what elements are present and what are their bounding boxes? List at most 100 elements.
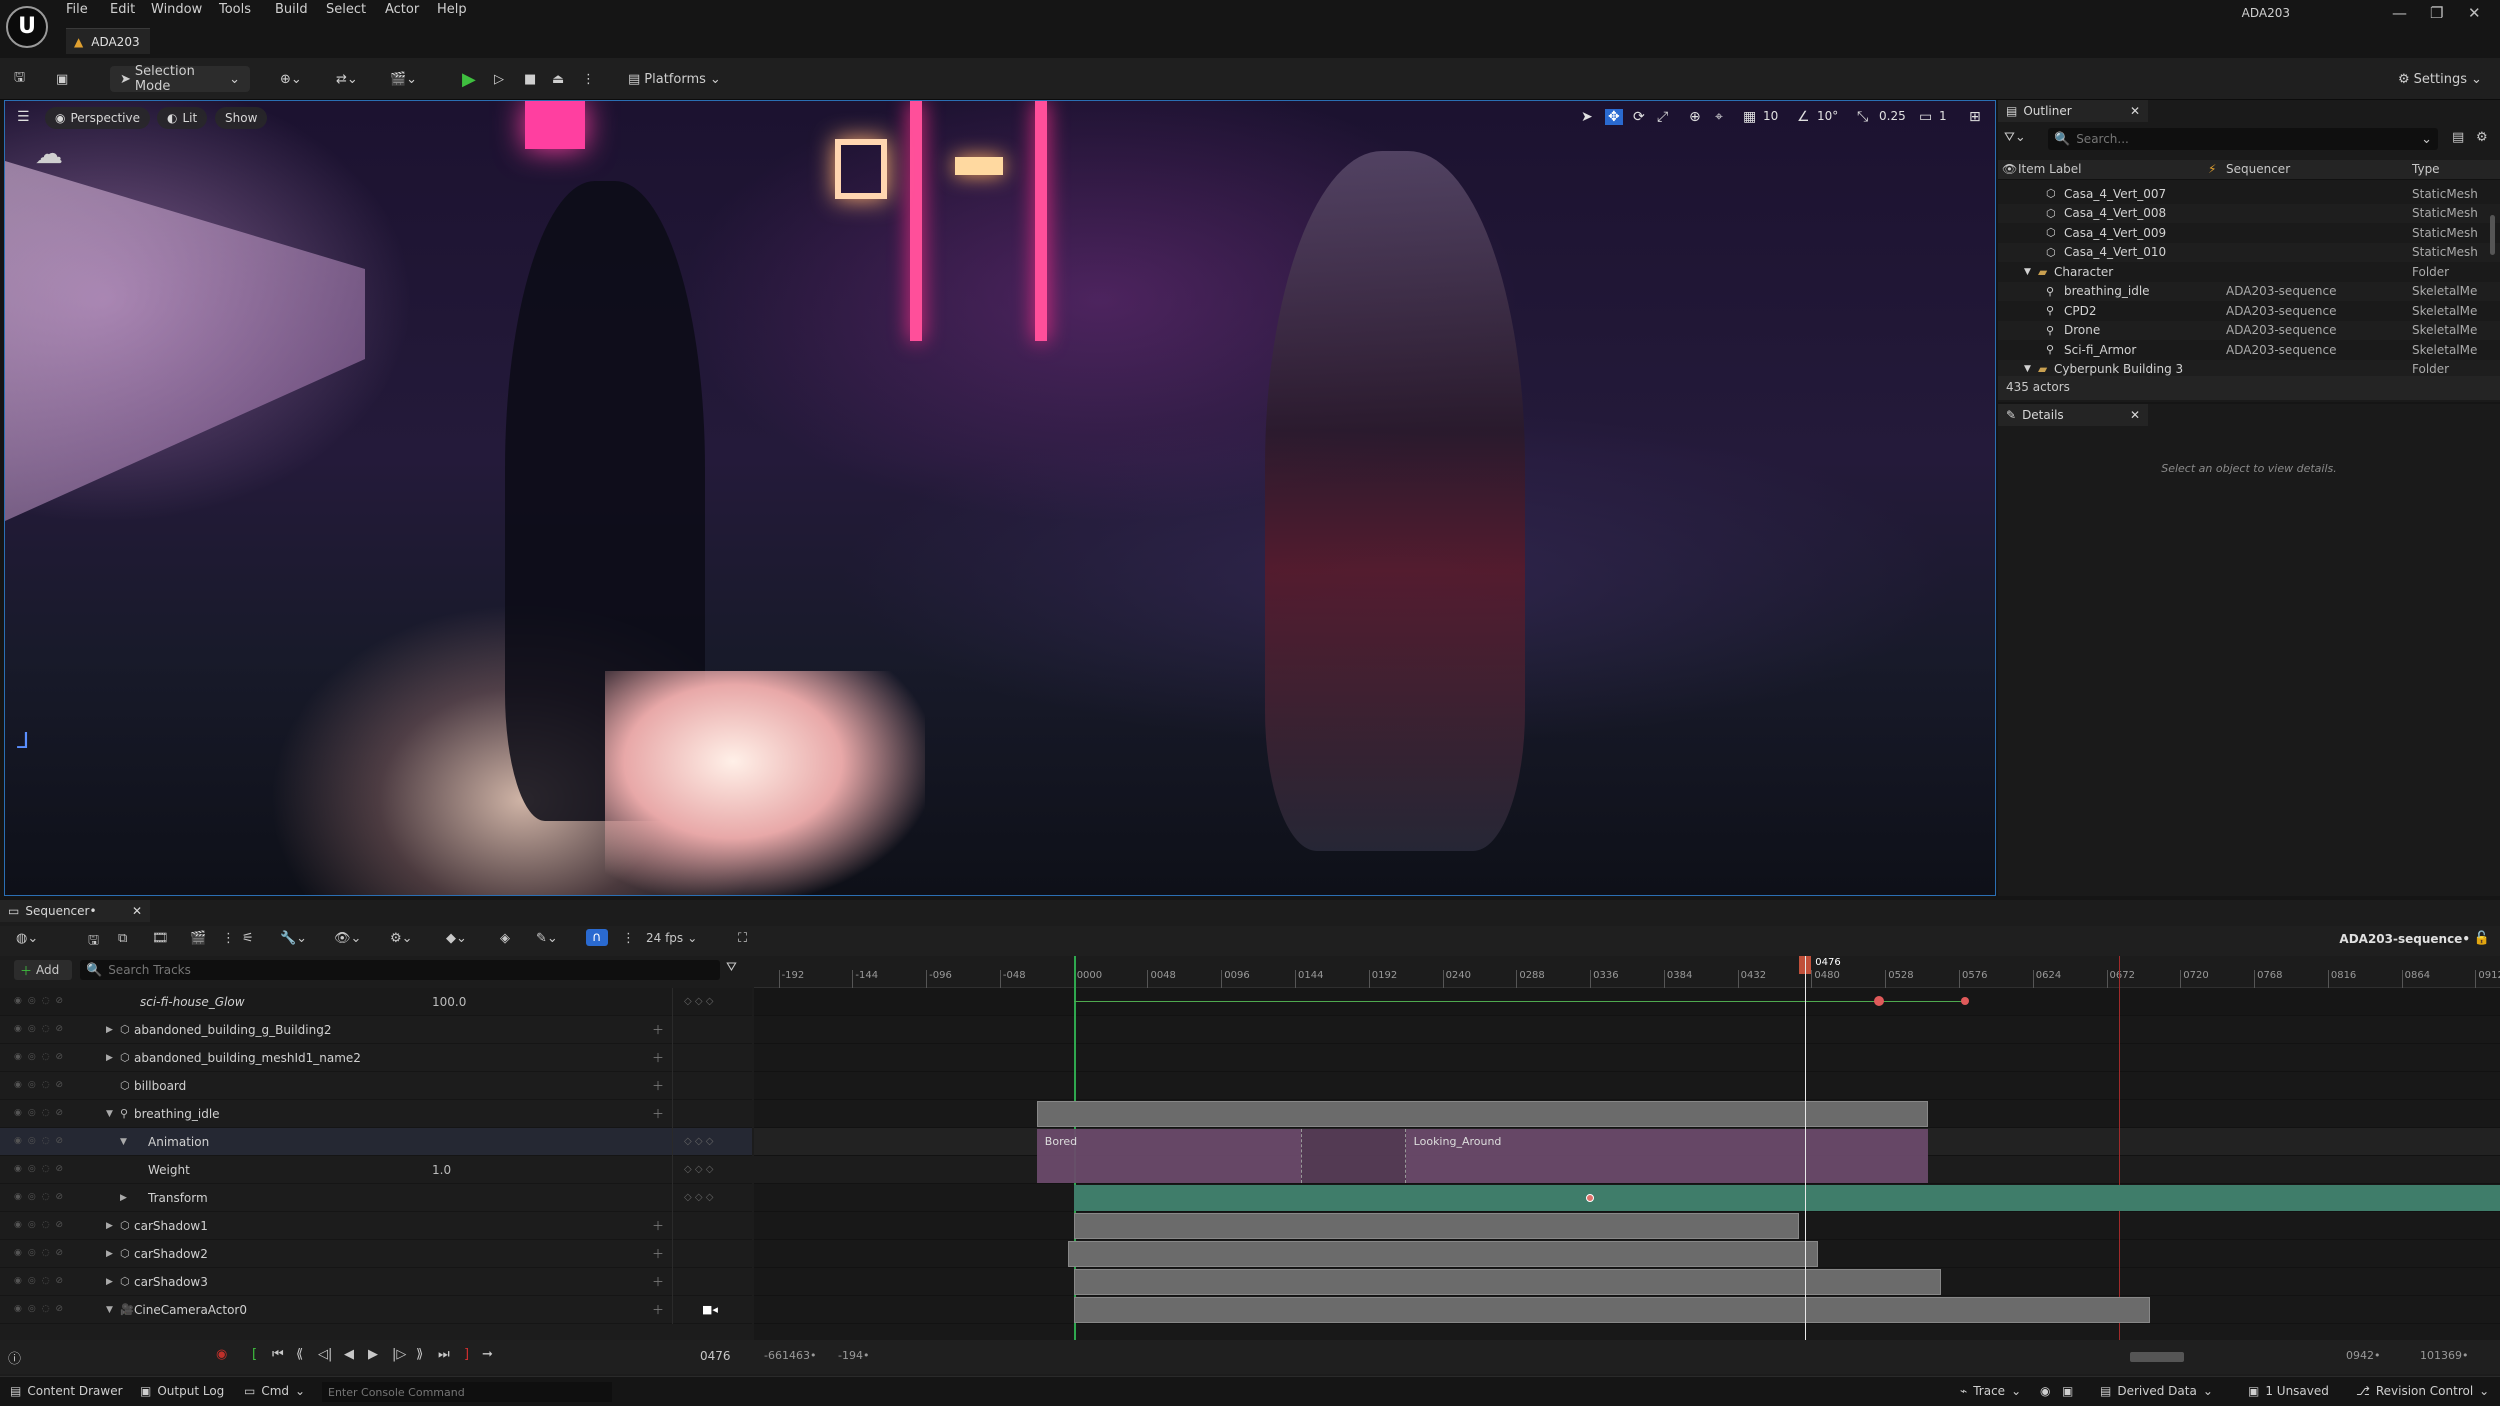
revision-control-button[interactable]: ⎇ Revision Control ⌄ bbox=[2356, 1384, 2489, 1398]
expand-arrow-icon[interactable]: ▶ bbox=[106, 1249, 113, 1259]
perspective-button[interactable]: ◉ Perspective bbox=[45, 107, 150, 129]
track-lock-icons[interactable]: ◉◎◌⊘ bbox=[14, 1304, 69, 1314]
anim-section-looking-around[interactable]: Looking_Around bbox=[1414, 1135, 1502, 1148]
gear-icon[interactable]: ⚙ bbox=[2476, 130, 2488, 145]
add-plus-icon[interactable]: ＋ bbox=[652, 1021, 664, 1038]
track-row[interactable]: ◉◎◌⊘ ▶ ⬡ carShadow1 ＋ bbox=[0, 1212, 752, 1240]
outliner-row[interactable]: ⬡ Casa_4_Vert_007 StaticMesh bbox=[1998, 184, 2500, 203]
close-icon[interactable]: ✕ bbox=[2468, 4, 2481, 22]
search-tracks[interactable]: 🔍 bbox=[80, 960, 720, 980]
grid-snap-value[interactable]: 10 bbox=[1763, 109, 1778, 123]
expand-arrow-icon[interactable]: ▼ bbox=[2024, 364, 2031, 374]
jump-start-icon[interactable]: ⏮ bbox=[272, 1347, 284, 1362]
expand-arrow-icon[interactable]: ▼ bbox=[2024, 267, 2031, 277]
expand-arrow-icon[interactable]: ▼ bbox=[120, 1137, 127, 1147]
track-lock-icons[interactable]: ◉◎◌⊘ bbox=[14, 1108, 69, 1118]
save-icon[interactable]: 🖫 bbox=[88, 931, 99, 953]
trace-button[interactable]: ⌁ Trace ⌄ bbox=[1960, 1384, 2021, 1398]
viewport-menu-icon[interactable]: ☰ bbox=[17, 109, 30, 125]
screenshot-icon[interactable]: ▣ bbox=[2062, 1384, 2073, 1398]
time-ruler[interactable]: -192 -144 -096 -048 0000 0048 0096 0144 0192 0240… bbox=[754, 956, 2500, 988]
column-item-label[interactable]: Item Label bbox=[2018, 162, 2082, 176]
track-row[interactable]: ◉◎◌⊘ ▶ ⬡ abandoned_building_g_Building2 ＋ bbox=[0, 1016, 752, 1044]
add-folder-icon[interactable]: ▤ bbox=[2452, 130, 2464, 145]
record-icon[interactable]: ◉ bbox=[216, 1347, 227, 1362]
outliner-row[interactable]: ⚲ Drone ADA203-sequence SkeletalMe bbox=[1998, 320, 2500, 340]
menu-build[interactable]: Build bbox=[275, 2, 308, 17]
add-plus-icon[interactable]: ＋ bbox=[652, 1077, 664, 1094]
track-row[interactable]: ◉◎◌⊘ Weight 1.0 ◇ ◇ ◇ bbox=[0, 1156, 752, 1184]
track-lock-icons[interactable]: ◉◎◌⊘ bbox=[14, 1276, 69, 1286]
expand-arrow-icon[interactable]: ▶ bbox=[120, 1193, 127, 1203]
edit-icon[interactable]: ✎⌄ bbox=[536, 931, 558, 946]
view-start-field[interactable]: -194• bbox=[838, 1349, 869, 1362]
world-icon[interactable]: ◍⌄ bbox=[16, 931, 38, 946]
scale-snap-value[interactable]: 0.25 bbox=[1879, 109, 1906, 123]
track-row[interactable]: ◉◎◌⊘ ⬡ billboard ＋ bbox=[0, 1072, 752, 1100]
track-row[interactable]: ◉◎◌⊘ ▶ ⬡ abandoned_building_meshId1_name2 ＋ bbox=[0, 1044, 752, 1072]
add-track-button[interactable]: ＋ Add bbox=[14, 960, 72, 980]
snap-magnet-icon[interactable]: ∩ bbox=[586, 929, 608, 946]
lit-button[interactable]: ◐ Lit bbox=[157, 107, 208, 129]
animation-section-bar[interactable] bbox=[1036, 1101, 1929, 1127]
outliner-search-input[interactable] bbox=[2076, 132, 2416, 146]
close-icon[interactable]: ✕ bbox=[2130, 104, 2140, 118]
add-plus-icon[interactable]: ＋ bbox=[652, 1273, 664, 1290]
keyframe-nav-icon[interactable]: ◇ ◇ ◇ bbox=[684, 1136, 713, 1147]
unreal-logo-icon[interactable]: U bbox=[6, 6, 48, 48]
rotate-tool-icon[interactable]: ⟳ bbox=[1633, 109, 1645, 125]
section-bar[interactable] bbox=[1067, 1241, 1818, 1267]
wrench-icon[interactable]: 🔧⌄ bbox=[280, 931, 307, 946]
outliner-row[interactable]: ⚲ breathing_idle ADA203-sequence SkeletalMe bbox=[1998, 281, 2500, 301]
keyframe-dot[interactable] bbox=[1874, 996, 1885, 1006]
render-icon[interactable]: 🎞 bbox=[152, 931, 169, 946]
jump-end-icon[interactable]: ⏭ bbox=[438, 1347, 450, 1362]
menu-actor[interactable]: Actor bbox=[385, 2, 419, 17]
menu-window[interactable]: Window bbox=[151, 2, 202, 17]
track-row[interactable]: ◉◎◌⊘ ▶ ⬡ carShadow2 ＋ bbox=[0, 1240, 752, 1268]
step-icon[interactable]: ▷ bbox=[494, 66, 504, 92]
track-lock-icons[interactable]: ◉◎◌⊘ bbox=[14, 1024, 69, 1034]
grid-snap-icon[interactable]: ▦ bbox=[1743, 109, 1756, 125]
timeline-area[interactable]: -192 -144 -096 -048 0000 0048 0096 0144 0192 0240… bbox=[754, 956, 2500, 1340]
minimize-icon[interactable]: — bbox=[2392, 4, 2407, 22]
expand-arrow-icon[interactable]: ▶ bbox=[106, 1025, 113, 1035]
auto-key-icon[interactable]: ◈ bbox=[500, 931, 510, 946]
add-plus-icon[interactable]: ＋ bbox=[652, 1217, 664, 1234]
track-value[interactable]: 100.0 bbox=[432, 995, 466, 1009]
column-type[interactable]: Type bbox=[2412, 162, 2440, 176]
menu-file[interactable]: File bbox=[66, 2, 88, 17]
track-value[interactable]: 1.0 bbox=[432, 1163, 451, 1177]
cinematics-icon[interactable]: 🎬⌄ bbox=[390, 66, 417, 92]
prev-frame-icon[interactable]: ◁| bbox=[318, 1347, 332, 1362]
track-lock-icons[interactable]: ◉◎◌⊘ bbox=[14, 996, 69, 1006]
cmd-button[interactable]: ▭ Cmd ⌄ bbox=[244, 1384, 305, 1398]
outliner-tab[interactable]: ▤ Outliner ✕ bbox=[1998, 100, 2148, 122]
selection-mode-button[interactable]: ➤ Selection Mode ⌄ bbox=[110, 64, 250, 94]
maximize-icon[interactable]: ❐ bbox=[2430, 4, 2443, 22]
next-frame-icon[interactable]: |▷ bbox=[392, 1347, 406, 1362]
eject-icon[interactable]: ⏏ bbox=[552, 66, 564, 92]
outliner-row[interactable]: ⚲ CPD2 ADA203-sequence SkeletalMe bbox=[1998, 301, 2500, 320]
surface-snap-icon[interactable]: ⌖ bbox=[1715, 109, 1723, 125]
output-log-button[interactable]: ▣ Output Log bbox=[140, 1384, 224, 1398]
play-icon[interactable]: ▶ bbox=[368, 1347, 378, 1362]
view-end-field[interactable]: 0942• bbox=[2346, 1349, 2380, 1362]
set-end-icon[interactable]: ] bbox=[464, 1347, 469, 1362]
filter-icon[interactable]: ⛛⌄ bbox=[2004, 130, 2034, 145]
keyframe-nav-icon[interactable]: ◇ ◇ ◇ bbox=[684, 1192, 713, 1203]
set-start-icon[interactable]: [ bbox=[252, 1347, 257, 1362]
angle-snap-value[interactable]: 10° bbox=[1817, 109, 1838, 123]
menu-edit[interactable]: Edit bbox=[110, 2, 135, 17]
expand-arrow-icon[interactable]: ▼ bbox=[106, 1109, 113, 1119]
add-actor-icon[interactable]: ⊕⌄ bbox=[280, 66, 302, 92]
menu-select[interactable]: Select bbox=[326, 2, 366, 17]
current-frame-field[interactable]: 0476 bbox=[700, 1349, 731, 1363]
info-icon[interactable]: ⓘ bbox=[8, 1348, 21, 1367]
scale-tool-icon[interactable]: ⤢ bbox=[1657, 109, 1668, 125]
expand-arrow-icon[interactable]: ▼ bbox=[106, 1305, 113, 1315]
lock-icon[interactable]: 🔓 bbox=[2474, 931, 2490, 946]
curve-editor-icon[interactable]: ⚟ bbox=[242, 931, 254, 946]
track-lock-icons[interactable]: ◉◎◌⊘ bbox=[14, 1136, 69, 1146]
expand-arrow-icon[interactable]: ▶ bbox=[106, 1053, 113, 1063]
